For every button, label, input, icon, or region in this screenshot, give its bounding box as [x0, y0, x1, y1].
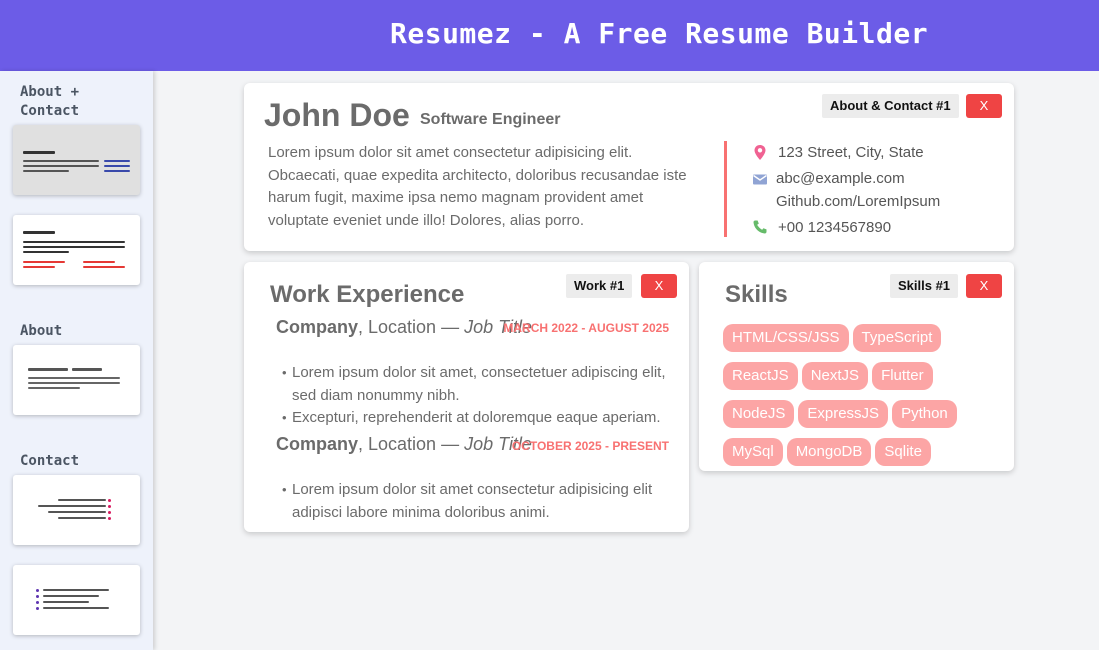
skill-chip: Python — [892, 400, 957, 428]
remove-about-contact-button[interactable]: X — [966, 94, 1002, 118]
work-section-title: Work Experience — [270, 281, 465, 308]
template-contact-1[interactable] — [13, 475, 140, 545]
job-location: , Location — — [358, 434, 465, 454]
about-contact-tag: About & Contact #1 — [822, 94, 959, 118]
job-dates: OCTOBER 2025 - PRESENT — [511, 439, 669, 453]
job-bullet: Lorem ipsum dolor sit amet, consectetuer… — [282, 362, 672, 407]
work-tag: Work #1 — [566, 274, 633, 298]
skill-chip: Flutter — [872, 362, 933, 390]
skills-section-title: Skills — [725, 281, 788, 308]
skill-chip: MySql — [723, 438, 783, 466]
template-about-contact-2[interactable] — [13, 215, 140, 285]
remove-skills-button[interactable]: X — [966, 274, 1002, 298]
contact-divider — [724, 141, 727, 237]
about-contact-card[interactable]: About & Contact #1 X John Doe Software E… — [244, 83, 1014, 251]
remove-work-button[interactable]: X — [641, 274, 677, 298]
person-name: John Doe — [264, 97, 410, 133]
app-title: Resumez - A Free Resume Builder — [390, 17, 929, 50]
job-bullet: Excepturi, reprehenderit at doloremque e… — [282, 407, 672, 430]
skill-chip: HTML/CSS/JSS — [723, 324, 849, 352]
skill-chip: ExpressJS — [798, 400, 889, 428]
skill-chip: NextJS — [801, 362, 869, 390]
template-about-contact-1[interactable] — [13, 125, 140, 195]
sidebar-section-label-about-contact: About + Contact — [20, 84, 80, 119]
job-bullet: Lorem ipsum dolor sit amet consectetur a… — [282, 479, 672, 524]
template-contact-2[interactable] — [13, 565, 140, 635]
phone-icon — [752, 219, 768, 240]
skills-card[interactable]: Skills #1 X Skills HTML/CSS/JSS TypeScri… — [699, 262, 1014, 471]
job-dates: MARCH 2022 - AUGUST 2025 — [503, 321, 669, 335]
work-experience-card[interactable]: Work #1 X Work Experience Company, Locat… — [244, 262, 689, 532]
sidebar-section-label-about: About — [20, 323, 63, 339]
skill-chip: MongoDB — [786, 438, 872, 466]
skill-chip: TypeScript — [852, 324, 942, 352]
job-company: Company — [276, 317, 359, 337]
job-company: Company — [276, 434, 359, 454]
skills-tag: Skills #1 — [890, 274, 959, 298]
job-location: , Location — — [358, 317, 465, 337]
sidebar-section-label-contact: Contact — [20, 453, 80, 469]
mail-icon — [752, 173, 768, 191]
skills-list: HTML/CSS/JSS TypeScript ReactJS NextJS F… — [723, 324, 963, 466]
contact-github[interactable]: Github.com/LoremIpsum — [776, 193, 940, 210]
about-summary: Lorem ipsum dolor sit amet consectetur a… — [268, 144, 687, 229]
skill-chip: NodeJS — [723, 400, 795, 428]
template-about-1[interactable] — [13, 345, 140, 415]
person-role: Software Engineer — [420, 111, 561, 128]
app-header: Resumez - A Free Resume Builder — [0, 0, 1099, 71]
template-sidebar: About + Contact About Contact — [0, 71, 153, 650]
contact-address: 123 Street, City, State — [778, 144, 924, 161]
contact-phone: +00 1234567890 — [778, 219, 892, 236]
location-pin-icon — [752, 144, 768, 166]
contact-email[interactable]: abc@example.com — [776, 170, 905, 187]
skill-chip: ReactJS — [723, 362, 798, 390]
skill-chip: Sqlite — [875, 438, 931, 466]
